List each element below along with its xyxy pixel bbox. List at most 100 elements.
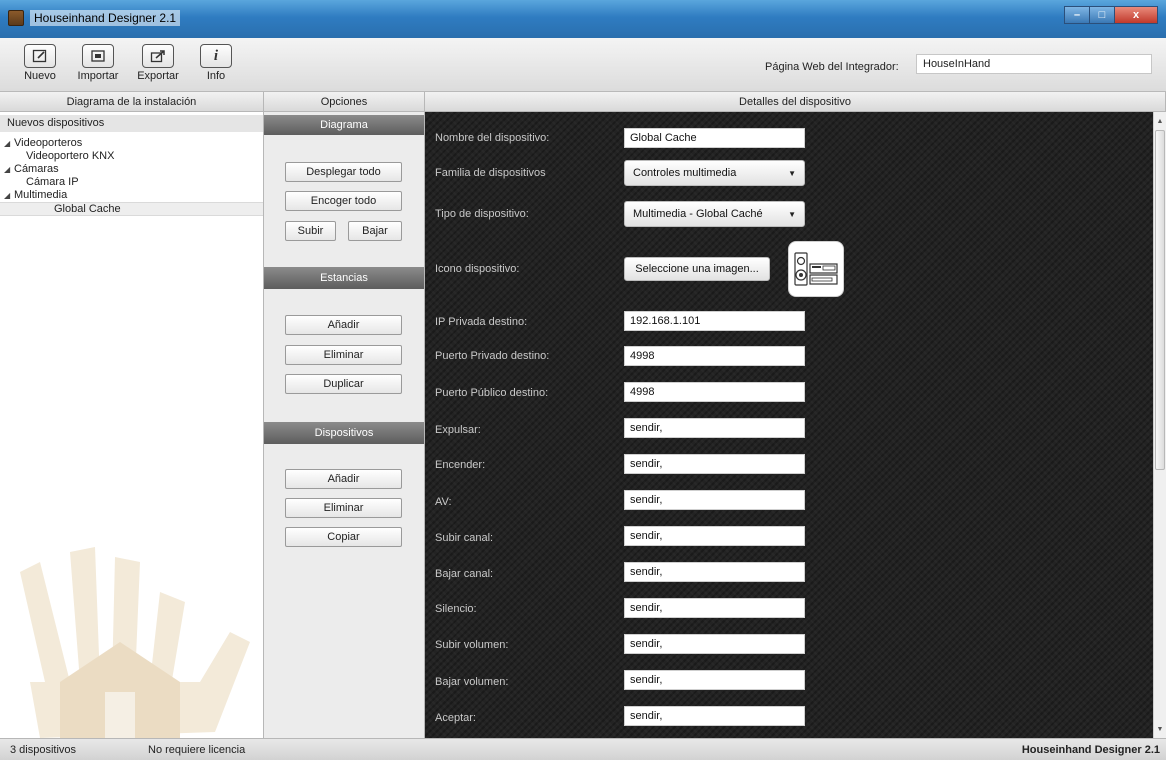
dropdown-arrow-icon: ▼ <box>788 209 796 219</box>
tree-item-label: Cámaras <box>14 163 59 175</box>
select-image-button[interactable]: Seleccione una imagen... <box>624 257 770 281</box>
window-controls: – □ x <box>1064 6 1158 24</box>
speaker-stereo-icon[interactable] <box>788 241 844 297</box>
import-icon <box>82 44 114 68</box>
toolbar: Nuevo Importar Exportar i Info Página We… <box>0 38 1166 92</box>
device-type-select[interactable]: Multimedia - Global Caché ▼ <box>624 201 805 227</box>
scroll-up-arrow-icon[interactable]: ▲ <box>1154 114 1166 128</box>
options-column-header: Opciones <box>264 92 425 112</box>
move-down-button[interactable]: Bajar <box>348 221 402 241</box>
license-status: No requiere licencia <box>148 744 246 756</box>
accept-label: Aceptar: <box>435 712 476 724</box>
options-panel: Diagrama Desplegar todo Encoger todo Sub… <box>264 112 425 738</box>
dropdown-arrow-icon: ▼ <box>788 168 796 178</box>
tree-header-new-devices[interactable]: Nuevos dispositivos <box>0 115 263 132</box>
channel-down-input[interactable]: sendir, <box>624 562 805 582</box>
maximize-button[interactable]: □ <box>1089 6 1115 24</box>
edit-icon <box>24 44 56 68</box>
av-label: AV: <box>435 496 452 508</box>
expanded-triangle-icon[interactable]: ◢ <box>4 189 14 202</box>
tree-item-label: Videoportero KNX <box>26 150 115 162</box>
tree-item-multimedia[interactable]: ◢ Multimedia <box>0 189 263 202</box>
tree-item-label: Videoporteros <box>14 137 83 149</box>
accept-input[interactable]: sendir, <box>624 706 805 726</box>
scroll-down-arrow-icon[interactable]: ▼ <box>1154 722 1166 736</box>
import-button[interactable]: Importar <box>72 44 124 82</box>
copy-device-button[interactable]: Copiar <box>285 527 402 547</box>
export-icon <box>142 44 174 68</box>
channel-up-label: Subir canal: <box>435 532 494 544</box>
close-button[interactable]: x <box>1114 6 1158 24</box>
volume-down-input[interactable]: sendir, <box>624 670 805 690</box>
device-type-label: Tipo de dispositivo: <box>435 208 529 220</box>
details-column-header: Detalles del dispositivo <box>425 92 1166 112</box>
private-port-label: Puerto Privado destino: <box>435 350 550 362</box>
status-bar: 3 dispositivos No requiere licencia Hous… <box>0 738 1166 760</box>
app-icon <box>8 10 24 26</box>
brand-status: Houseinhand Designer 2.1 <box>1021 744 1160 756</box>
public-port-input[interactable]: 4998 <box>624 382 805 402</box>
device-family-select[interactable]: Controles multimedia ▼ <box>624 160 805 186</box>
tree-item-label: Global Cache <box>54 203 121 215</box>
add-device-button[interactable]: Añadir <box>285 469 402 489</box>
eject-label: Expulsar: <box>435 424 481 436</box>
device-details-panel: Nombre del dispositivo: Global Cache Fam… <box>425 112 1153 738</box>
eject-input[interactable]: sendir, <box>624 418 805 438</box>
move-up-button[interactable]: Subir <box>285 221 336 241</box>
export-button[interactable]: Exportar <box>132 44 184 82</box>
tree-item-label: Cámara IP <box>26 176 79 188</box>
volume-up-label: Subir volumen: <box>435 639 509 651</box>
tree-item-global-cache[interactable]: Global Cache <box>0 202 263 216</box>
import-label: Importar <box>77 70 119 82</box>
tree-column-header: Diagrama de la instalación <box>0 92 264 112</box>
tree-item-videoporteros[interactable]: ◢ Videoporteros <box>0 137 263 150</box>
mute-label: Silencio: <box>435 603 477 615</box>
add-room-button[interactable]: Añadir <box>285 315 402 335</box>
device-name-input[interactable]: Global Cache <box>624 128 805 148</box>
av-input[interactable]: sendir, <box>624 490 805 510</box>
device-name-label: Nombre del dispositivo: <box>435 132 550 144</box>
volume-down-label: Bajar volumen: <box>435 676 509 688</box>
device-type-value: Multimedia - Global Caché <box>633 208 763 220</box>
window-title: Houseinhand Designer 2.1 <box>30 10 181 26</box>
installation-tree: Nuevos dispositivos ◢ Videoporteros Video… <box>0 112 264 738</box>
mute-input[interactable]: sendir, <box>624 598 805 618</box>
scrollbar-thumb[interactable] <box>1155 130 1165 470</box>
tree-item-camara-ip[interactable]: Cámara IP <box>0 176 263 189</box>
info-icon: i <box>200 44 232 68</box>
power-on-input[interactable]: sendir, <box>624 454 805 474</box>
channel-up-input[interactable]: sendir, <box>624 526 805 546</box>
new-label: Nuevo <box>24 70 56 82</box>
volume-up-input[interactable]: sendir, <box>624 634 805 654</box>
info-label: Info <box>206 70 226 82</box>
device-family-label: Familia de dispositivos <box>435 167 546 179</box>
tree-item-videoportero-knx[interactable]: Videoportero KNX <box>0 150 263 163</box>
minimize-button[interactable]: – <box>1064 6 1090 24</box>
diagram-section-header: Diagrama <box>264 115 424 135</box>
private-port-input[interactable]: 4998 <box>624 346 805 366</box>
public-port-label: Puerto Público destino: <box>435 387 549 399</box>
delete-room-button[interactable]: Eliminar <box>285 345 402 365</box>
integrator-web-input[interactable] <box>916 54 1152 74</box>
collapse-all-button[interactable]: Encoger todo <box>285 191 402 211</box>
info-button[interactable]: i Info <box>190 44 242 82</box>
delete-device-button[interactable]: Eliminar <box>285 498 402 518</box>
power-on-label: Encender: <box>435 459 486 471</box>
expanded-triangle-icon[interactable]: ◢ <box>4 163 14 176</box>
expand-all-button[interactable]: Desplegar todo <box>285 162 402 182</box>
device-family-value: Controles multimedia <box>633 167 737 179</box>
title-bar: Houseinhand Designer 2.1 – □ x <box>0 0 1166 38</box>
integrator-web-label: Página Web del Integrador: <box>765 61 899 73</box>
details-scrollbar[interactable]: ▲ ▼ <box>1153 112 1166 738</box>
duplicate-room-button[interactable]: Duplicar <box>285 374 402 394</box>
channel-down-label: Bajar canal: <box>435 568 494 580</box>
export-label: Exportar <box>137 70 179 82</box>
private-ip-label: IP Privada destino: <box>435 316 528 328</box>
tree-item-label: Multimedia <box>14 189 68 201</box>
expanded-triangle-icon[interactable]: ◢ <box>4 137 14 150</box>
tree-item-camaras[interactable]: ◢ Cámaras <box>0 163 263 176</box>
private-ip-input[interactable]: 192.168.1.101 <box>624 311 805 331</box>
rooms-section-header: Estancias <box>264 267 424 289</box>
new-button[interactable]: Nuevo <box>14 44 66 82</box>
device-count-status: 3 dispositivos <box>10 744 77 756</box>
